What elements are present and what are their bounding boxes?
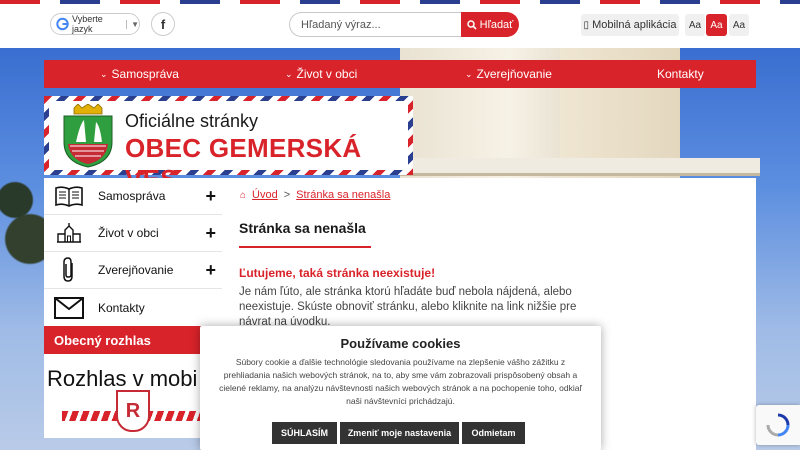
paperclip-icon <box>54 257 84 283</box>
plus-icon[interactable]: + <box>205 186 216 207</box>
cookie-decline-button[interactable]: Odmietam <box>462 422 525 444</box>
mobile-app-label: Mobilná aplikácia <box>592 19 677 31</box>
top-bar: Vyberte jazyk ▼ f Hľadať ▯ Mobilná aplik… <box>0 4 800 48</box>
nav-item-zivot-v-obci[interactable]: ⌄ Život v obci <box>285 67 357 81</box>
nav-item-samosprava[interactable]: ⌄ Samospráva <box>100 67 179 81</box>
search-input[interactable] <box>289 12 461 37</box>
nav-item-label: Kontakty <box>657 67 704 81</box>
cookie-title: Používame cookies <box>340 336 461 351</box>
recaptcha-badge[interactable] <box>756 405 800 445</box>
error-heading: Ľutujeme, taká stránka neexistuje! <box>239 266 436 280</box>
envelope-icon <box>54 295 84 321</box>
breadcrumb-home-link[interactable]: Úvod <box>252 189 278 201</box>
hero-cornice <box>400 158 760 176</box>
sidebar-item-samosprava[interactable]: Samospráva + <box>44 178 222 215</box>
nav-item-zverejnovanie[interactable]: ⌄ Zverejňovanie <box>465 67 552 81</box>
chevron-down-icon: ⌄ <box>465 68 473 79</box>
facebook-icon[interactable]: f <box>151 12 175 36</box>
recaptcha-icon <box>766 413 790 437</box>
page-title: Stránka sa nenašla <box>239 220 366 236</box>
rozhlas-banner[interactable]: Rozhlas v mobi R <box>44 354 222 438</box>
sidebar-menu: Samospráva + Život v obci + Zverejňovani… <box>44 178 222 326</box>
font-size-small-button[interactable]: Aa <box>685 14 705 36</box>
site-logo[interactable]: Oficiálne stránky OBEC GEMERSKÁ VES <box>44 96 413 194</box>
sidebar-item-zivot-v-obci[interactable]: Život v obci + <box>44 215 222 252</box>
mobile-app-button[interactable]: ▯ Mobilná aplikácia <box>581 14 679 36</box>
main-navigation: ⌄ Samospráva ⌄ Život v obci ⌄ Zverejňova… <box>44 60 756 88</box>
search-button[interactable]: Hľadať <box>461 12 519 37</box>
font-size-normal-button[interactable]: Aa <box>706 14 727 36</box>
sidebar-item-label: Samospráva <box>98 189 166 203</box>
cookie-settings-button[interactable]: Zmeniť moje nastavenia <box>340 422 459 444</box>
coat-of-arms-icon <box>63 104 113 168</box>
breadcrumb-separator: > <box>283 189 291 201</box>
rozhlas-logo-letter: R <box>125 399 141 422</box>
chevron-down-icon: ▼ <box>126 19 139 29</box>
phone-icon: ▯ <box>583 19 590 31</box>
rozhlas-heading: Obecný rozhlas <box>44 326 222 354</box>
sidebar-item-label: Kontakty <box>98 300 145 315</box>
cookie-text: Súbory cookie a ďalšie technológie sledo… <box>219 357 582 406</box>
cookie-accept-button[interactable]: SÚHLASÍM <box>272 422 337 444</box>
language-selector[interactable]: Vyberte jazyk ▼ <box>50 13 140 35</box>
hero-tree <box>0 148 50 278</box>
home-icon: ⌂ <box>240 189 247 201</box>
nav-item-label: Život v obci <box>296 67 358 81</box>
language-label: Vyberte jazyk <box>72 14 103 34</box>
sidebar-item-label: Život v obci <box>98 226 159 240</box>
error-message: Je nám ľúto, ale stránka ktorú hľadáte b… <box>239 286 577 328</box>
google-icon <box>56 17 69 31</box>
chevron-down-icon: ⌄ <box>285 68 293 79</box>
search-button-label: Hľadať <box>479 18 514 31</box>
cookie-dialog: Používame cookies Súbory cookie a ďalšie… <box>200 326 601 450</box>
breadcrumb: ⌂ Úvod > Stránka sa nenašla <box>240 189 390 201</box>
nav-item-label: Zverejňovanie <box>476 67 552 81</box>
search-form: Hľadať <box>289 12 519 37</box>
nav-item-label: Samospráva <box>111 67 179 81</box>
rozhlas-logo: R <box>116 390 150 432</box>
sidebar-item-kontakty[interactable]: Kontakty <box>44 289 222 326</box>
search-icon <box>466 19 477 30</box>
plus-icon[interactable]: + <box>205 223 216 244</box>
sidebar-item-label: Zverejňovanie <box>98 263 174 277</box>
site-subtitle: Oficiálne stránky <box>125 111 259 131</box>
breadcrumb-current-link[interactable]: Stránka sa nenašla <box>296 189 390 201</box>
title-underline <box>239 246 371 248</box>
plus-icon[interactable]: + <box>205 260 216 281</box>
town-hall-icon <box>54 220 84 246</box>
rozhlas-text: Rozhlas v mobi <box>47 366 198 391</box>
chevron-down-icon: ⌄ <box>100 68 108 79</box>
sidebar-item-zverejnovanie[interactable]: Zverejňovanie + <box>44 252 222 289</box>
nav-item-kontakty[interactable]: Kontakty <box>657 67 704 81</box>
font-size-large-button[interactable]: Aa <box>729 14 749 36</box>
book-icon <box>54 183 84 209</box>
